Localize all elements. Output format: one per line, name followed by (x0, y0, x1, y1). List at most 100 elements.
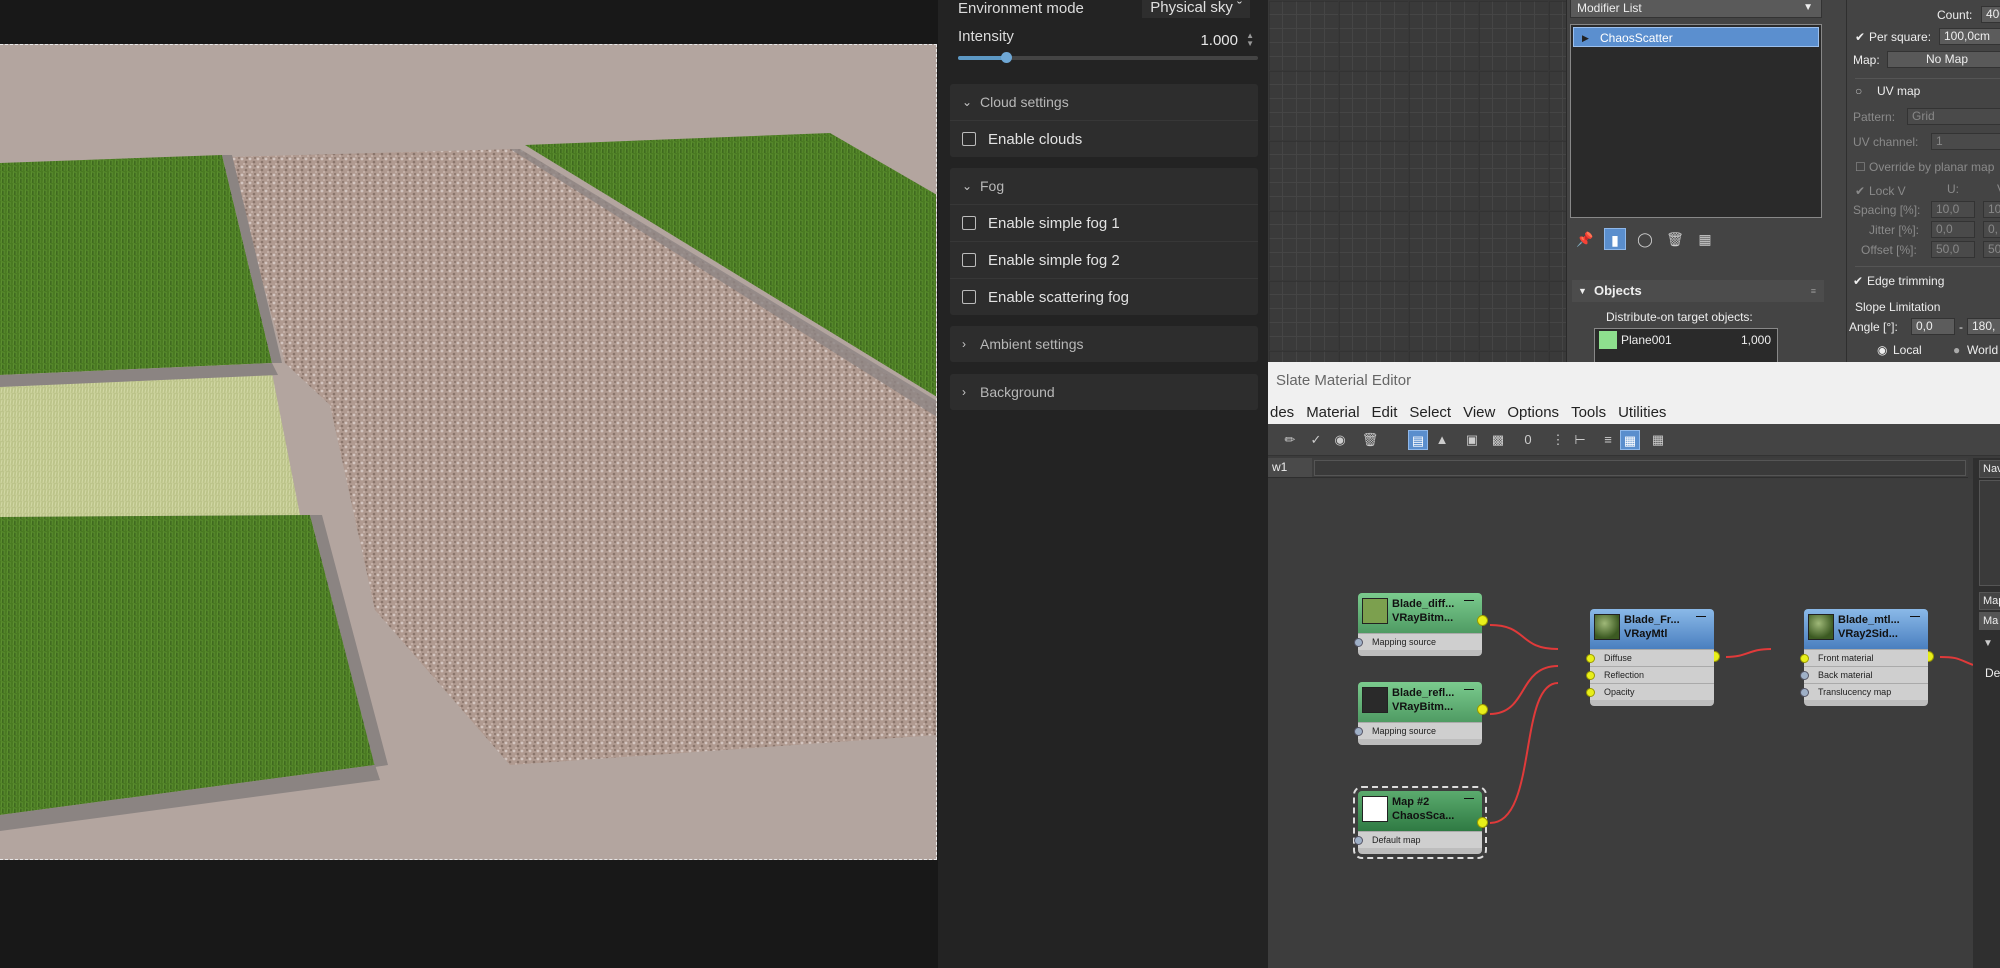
spinner-icon[interactable]: ▲ ▼ (1246, 32, 1254, 48)
minimize-icon[interactable]: — (1464, 595, 1474, 606)
jitter-v-field[interactable]: 0, (1983, 221, 2000, 238)
slot-diffuse[interactable]: Diffuse (1586, 649, 1714, 666)
hide-unused-icon[interactable]: ▲ (1432, 430, 1452, 450)
show-end-result-icon[interactable]: ▮ (1604, 228, 1626, 250)
enable-clouds-checkbox[interactable] (962, 132, 976, 146)
output-socket[interactable] (1477, 704, 1488, 715)
node-blade-diff[interactable]: — Blade_diff... VRayBitm... Mapping sour… (1354, 593, 1488, 656)
wire-diffuse[interactable] (1489, 624, 1559, 650)
input-socket[interactable] (1800, 688, 1809, 697)
parameter-editor-icon[interactable]: ≡ (1598, 430, 1618, 450)
slot-reflection[interactable]: Reflection (1586, 666, 1714, 683)
expand-icon[interactable]: ▶ (1582, 28, 1589, 48)
menu-material[interactable]: Material (1306, 404, 1359, 421)
edge-trimming-checkbox[interactable]: ✔ (1853, 274, 1863, 288)
map-browser-tab[interactable]: Map (1979, 592, 2000, 610)
enable-clouds-row[interactable]: Enable clouds (950, 120, 1258, 157)
ambient-settings-section[interactable]: › Ambient settings (950, 326, 1258, 362)
configure-sets-icon[interactable]: ▦ (1694, 228, 1716, 250)
minimize-icon[interactable]: — (1910, 611, 1920, 622)
world-radio[interactable]: ● (1953, 343, 1960, 357)
menu-utilities[interactable]: Utilities (1618, 404, 1666, 421)
node-header[interactable]: — Blade_mtl... VRay2Sid... (1804, 609, 1934, 662)
show-shaded-icon[interactable]: ▣ (1462, 430, 1482, 450)
pick-material-icon[interactable]: ✏ (1280, 430, 1300, 450)
local-radio[interactable]: ◉ (1877, 343, 1887, 357)
put-to-scene-icon[interactable]: ✓ (1306, 430, 1326, 450)
object-value[interactable]: 1,000 (1741, 333, 1771, 347)
delete-icon[interactable]: 🗑 (1360, 430, 1380, 450)
menu-select[interactable]: Select (1409, 404, 1451, 421)
navigator-panel-tab[interactable]: Nav (1979, 460, 2000, 478)
objects-rollout-header[interactable]: ▼ Objects ≡ (1572, 280, 1824, 302)
slot-back-material[interactable]: Back material (1800, 666, 1928, 683)
object-name[interactable]: Plane001 (1621, 333, 1672, 347)
layout-zero-icon[interactable]: 0 (1518, 430, 1538, 450)
target-objects-list[interactable]: Plane001 1,000 (1594, 328, 1778, 362)
menu-modes[interactable]: des (1270, 404, 1294, 421)
offset-v-field[interactable]: 50, (1983, 241, 2000, 258)
enable-simple-fog-1-checkbox[interactable] (962, 216, 976, 230)
slot-default-map[interactable]: Default map (1354, 831, 1482, 848)
node-blade-mtl[interactable]: — Blade_mtl... VRay2Sid... Front materia… (1800, 609, 1934, 706)
material-map-browser-icon[interactable]: ▦ (1620, 430, 1640, 450)
enable-simple-fog-1-row[interactable]: Enable simple fog 1 (950, 204, 1258, 241)
menu-tools[interactable]: Tools (1571, 404, 1606, 421)
slot-translucency-map[interactable]: Translucency map (1800, 683, 1928, 700)
collapse-triangle-icon[interactable]: ▼ (1983, 638, 1993, 649)
output-socket[interactable] (1477, 817, 1488, 828)
input-socket[interactable] (1586, 671, 1595, 680)
view-tab[interactable]: w1 (1268, 458, 1312, 477)
wire-reflection[interactable] (1489, 665, 1559, 715)
jitter-u-field[interactable]: 0,0 (1931, 221, 1975, 238)
minimize-icon[interactable]: — (1464, 793, 1474, 804)
enable-scattering-fog-checkbox[interactable] (962, 290, 976, 304)
lock-checkbox[interactable]: ✔ (1855, 184, 1865, 198)
node-canvas[interactable]: — Blade_diff... VRayBitm... Mapping sour… (1268, 479, 1973, 968)
uv-map-radio[interactable]: ○ (1855, 84, 1862, 98)
assign-material-icon[interactable]: ◉ (1330, 430, 1350, 450)
angle-min-field[interactable]: 0,0 (1911, 318, 1955, 335)
enable-simple-fog-2-row[interactable]: Enable simple fog 2 (950, 241, 1258, 278)
slot-mapping-source[interactable]: Mapping source (1354, 633, 1482, 650)
spacing-v-field[interactable]: 10, (1983, 201, 2000, 218)
fog-header[interactable]: ⌄ Fog (950, 168, 1258, 204)
slot-mapping-source[interactable]: Mapping source (1354, 722, 1482, 739)
node-blade-refl[interactable]: — Blade_refl... VRayBitm... Mapping sour… (1354, 682, 1488, 745)
input-socket[interactable] (1354, 638, 1363, 647)
input-socket[interactable] (1800, 671, 1809, 680)
enable-simple-fog-2-checkbox[interactable] (962, 253, 976, 267)
node-header[interactable]: — Blade_refl... VRayBitm... (1358, 682, 1488, 722)
node-map-2[interactable]: — Map #2 ChaosSca... Default map (1353, 786, 1488, 859)
spacing-u-field[interactable]: 10,0 (1931, 201, 1975, 218)
menu-view[interactable]: View (1463, 404, 1495, 421)
pin-stack-icon[interactable]: 📌 (1574, 228, 1596, 250)
node-header[interactable]: — Map #2 ChaosSca... (1358, 791, 1488, 831)
cloud-settings-header[interactable]: ⌄ Cloud settings (950, 84, 1258, 120)
navigator-view[interactable] (1979, 480, 2000, 586)
input-socket[interactable] (1586, 688, 1595, 697)
input-socket[interactable] (1800, 654, 1809, 663)
intensity-slider-handle[interactable] (1001, 52, 1012, 63)
enable-scattering-fog-row[interactable]: Enable scattering fog (950, 278, 1258, 315)
make-unique-icon[interactable]: ◯ (1634, 228, 1656, 250)
map-button[interactable]: No Map (1887, 51, 2000, 68)
wire-output[interactable] (1939, 656, 1973, 666)
uv-channel-field[interactable]: 1 (1931, 133, 2000, 150)
input-socket[interactable] (1354, 727, 1363, 736)
output-socket[interactable] (1477, 615, 1488, 626)
modifier-list-dropdown[interactable]: Modifier List ▼ (1570, 0, 1822, 18)
wire-front-material[interactable] (1725, 648, 1772, 658)
menu-options[interactable]: Options (1507, 404, 1559, 421)
node-header[interactable]: — Blade_diff... VRayBitm... (1358, 593, 1488, 633)
checker-icon[interactable]: ▦ (1648, 430, 1668, 450)
menu-edit[interactable]: Edit (1372, 404, 1398, 421)
environment-mode-select[interactable]: Physical sky ˇ (1142, 0, 1250, 18)
slot-front-material[interactable]: Front material (1800, 649, 1928, 666)
node-header[interactable]: — Blade_Fr... VRayMtl (1590, 609, 1720, 662)
layout-vertical-icon[interactable]: ⋮ (1548, 430, 1568, 450)
intensity-slider[interactable] (958, 52, 1258, 63)
rollout-menu-icon[interactable]: ≡ (1811, 280, 1816, 302)
override-checkbox[interactable]: ☐ (1855, 160, 1866, 174)
per-square-field[interactable]: 100,0cm (1939, 28, 2000, 45)
